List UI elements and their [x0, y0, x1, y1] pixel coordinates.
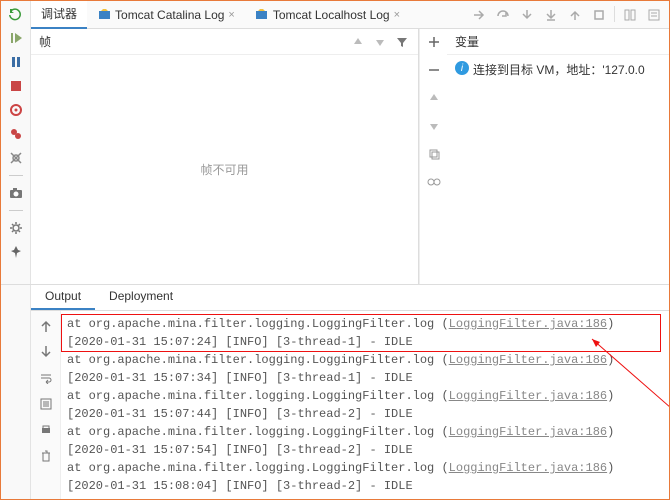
up-nav-icon[interactable]	[37, 317, 55, 335]
console-line: at org.apache.mina.filter.logging.Loggin…	[67, 459, 663, 477]
camera-icon[interactable]	[7, 184, 25, 202]
evaluate-icon[interactable]	[645, 6, 663, 24]
step-out-icon[interactable]	[566, 6, 584, 24]
tab-label: Tomcat Catalina Log	[115, 8, 224, 22]
main-column: 调试器 Tomcat Catalina Log × Tomcat Localho…	[31, 1, 669, 284]
left-toolbar-spacer	[1, 285, 31, 499]
info-icon: i	[455, 61, 469, 75]
vars-message: 连接到目标 VM，地址：'127.0.0	[473, 61, 645, 78]
glasses-icon[interactable]	[425, 173, 443, 191]
tab-deployment[interactable]: Deployment	[95, 285, 187, 310]
add-icon[interactable]	[425, 33, 443, 51]
source-link[interactable]: LoggingFilter.java:186	[449, 425, 607, 439]
output-area: Output Deployment at org.apache.mina.fil…	[1, 285, 669, 499]
source-link[interactable]: LoggingFilter.java:186	[449, 353, 607, 367]
source-link[interactable]: LoggingFilter.java:186	[449, 389, 607, 403]
console-line: [2020-01-31 15:07:24] [INFO] [3-thread-1…	[67, 333, 663, 351]
tomcat-icon	[97, 8, 111, 22]
debug-tabs: 调试器 Tomcat Catalina Log × Tomcat Localho…	[31, 1, 669, 29]
tab-label: Tomcat Localhost Log	[273, 8, 390, 22]
print-icon[interactable]	[37, 421, 55, 439]
console-line: at org.apache.mina.filter.logging.Loggin…	[67, 423, 663, 441]
close-icon[interactable]: ×	[394, 9, 400, 21]
run-to-cursor-icon[interactable]	[621, 6, 639, 24]
down-nav-icon[interactable]	[37, 343, 55, 361]
show-exec-icon[interactable]	[470, 6, 488, 24]
pin-icon[interactable]	[7, 243, 25, 261]
redeploy-icon[interactable]	[7, 101, 25, 119]
vars-toolbar	[419, 29, 447, 284]
source-link[interactable]: LoggingFilter.java:186	[449, 317, 607, 331]
force-step-into-icon[interactable]	[542, 6, 560, 24]
console-line: [2020-01-31 15:08:04] [INFO] [3-thread-2…	[67, 477, 663, 495]
vars-panel: 变量 i 连接到目标 VM，地址：'127.0.0	[447, 29, 669, 284]
mute-icon[interactable]	[7, 149, 25, 167]
console-line: at org.apache.mina.filter.logging.Loggin…	[67, 387, 663, 405]
copy-icon[interactable]	[425, 145, 443, 163]
tomcat-icon	[255, 8, 269, 22]
console-toolbar	[31, 311, 61, 499]
step-into-icon[interactable]	[518, 6, 536, 24]
scroll-end-icon[interactable]	[37, 395, 55, 413]
stop-icon[interactable]	[7, 77, 25, 95]
tab-debugger[interactable]: 调试器	[31, 1, 87, 29]
resume-icon[interactable]	[7, 29, 25, 47]
rerun-icon[interactable]	[7, 5, 25, 23]
arrow-up-icon[interactable]	[350, 34, 366, 50]
close-icon[interactable]: ×	[228, 9, 234, 21]
debug-top-area: 调试器 Tomcat Catalina Log × Tomcat Localho…	[1, 1, 669, 285]
step-over-icon[interactable]	[494, 6, 512, 24]
arrow-down-icon[interactable]	[372, 34, 388, 50]
settings-icon[interactable]	[7, 219, 25, 237]
output-tabs: Output Deployment	[31, 285, 669, 311]
source-link[interactable]: LoggingFilter.java:186	[449, 461, 607, 475]
drop-frame-icon[interactable]	[590, 6, 608, 24]
console-line: at org.apache.mina.filter.logging.Loggin…	[67, 351, 663, 369]
console-line: [2020-01-31 15:07:34] [INFO] [3-thread-1…	[67, 369, 663, 387]
tab-output[interactable]: Output	[31, 285, 95, 310]
up-icon[interactable]	[425, 89, 443, 107]
console-output[interactable]: at org.apache.mina.filter.logging.Loggin…	[61, 311, 669, 499]
filter-icon[interactable]	[394, 34, 410, 50]
breakpoints-icon[interactable]	[7, 125, 25, 143]
frames-panel: 帧 帧不可用	[31, 29, 419, 284]
frames-title: 帧	[39, 33, 344, 50]
soft-wrap-icon[interactable]	[37, 369, 55, 387]
vars-title: 变量	[447, 29, 669, 55]
console-line: [2020-01-31 15:07:54] [INFO] [3-thread-2…	[67, 441, 663, 459]
tab-catalina[interactable]: Tomcat Catalina Log ×	[87, 1, 245, 29]
tab-localhost[interactable]: Tomcat Localhost Log ×	[245, 1, 410, 29]
down-icon[interactable]	[425, 117, 443, 135]
step-controls	[470, 6, 669, 24]
remove-icon[interactable]	[425, 61, 443, 79]
tab-label: 调试器	[41, 5, 77, 22]
left-toolbar	[1, 1, 31, 284]
frames-empty-text: 帧不可用	[31, 55, 418, 284]
clear-icon[interactable]	[37, 447, 55, 465]
pause-icon[interactable]	[7, 53, 25, 71]
console-line: [2020-01-31 15:07:44] [INFO] [3-thread-2…	[67, 405, 663, 423]
console-line: at org.apache.mina.filter.logging.Loggin…	[67, 315, 663, 333]
